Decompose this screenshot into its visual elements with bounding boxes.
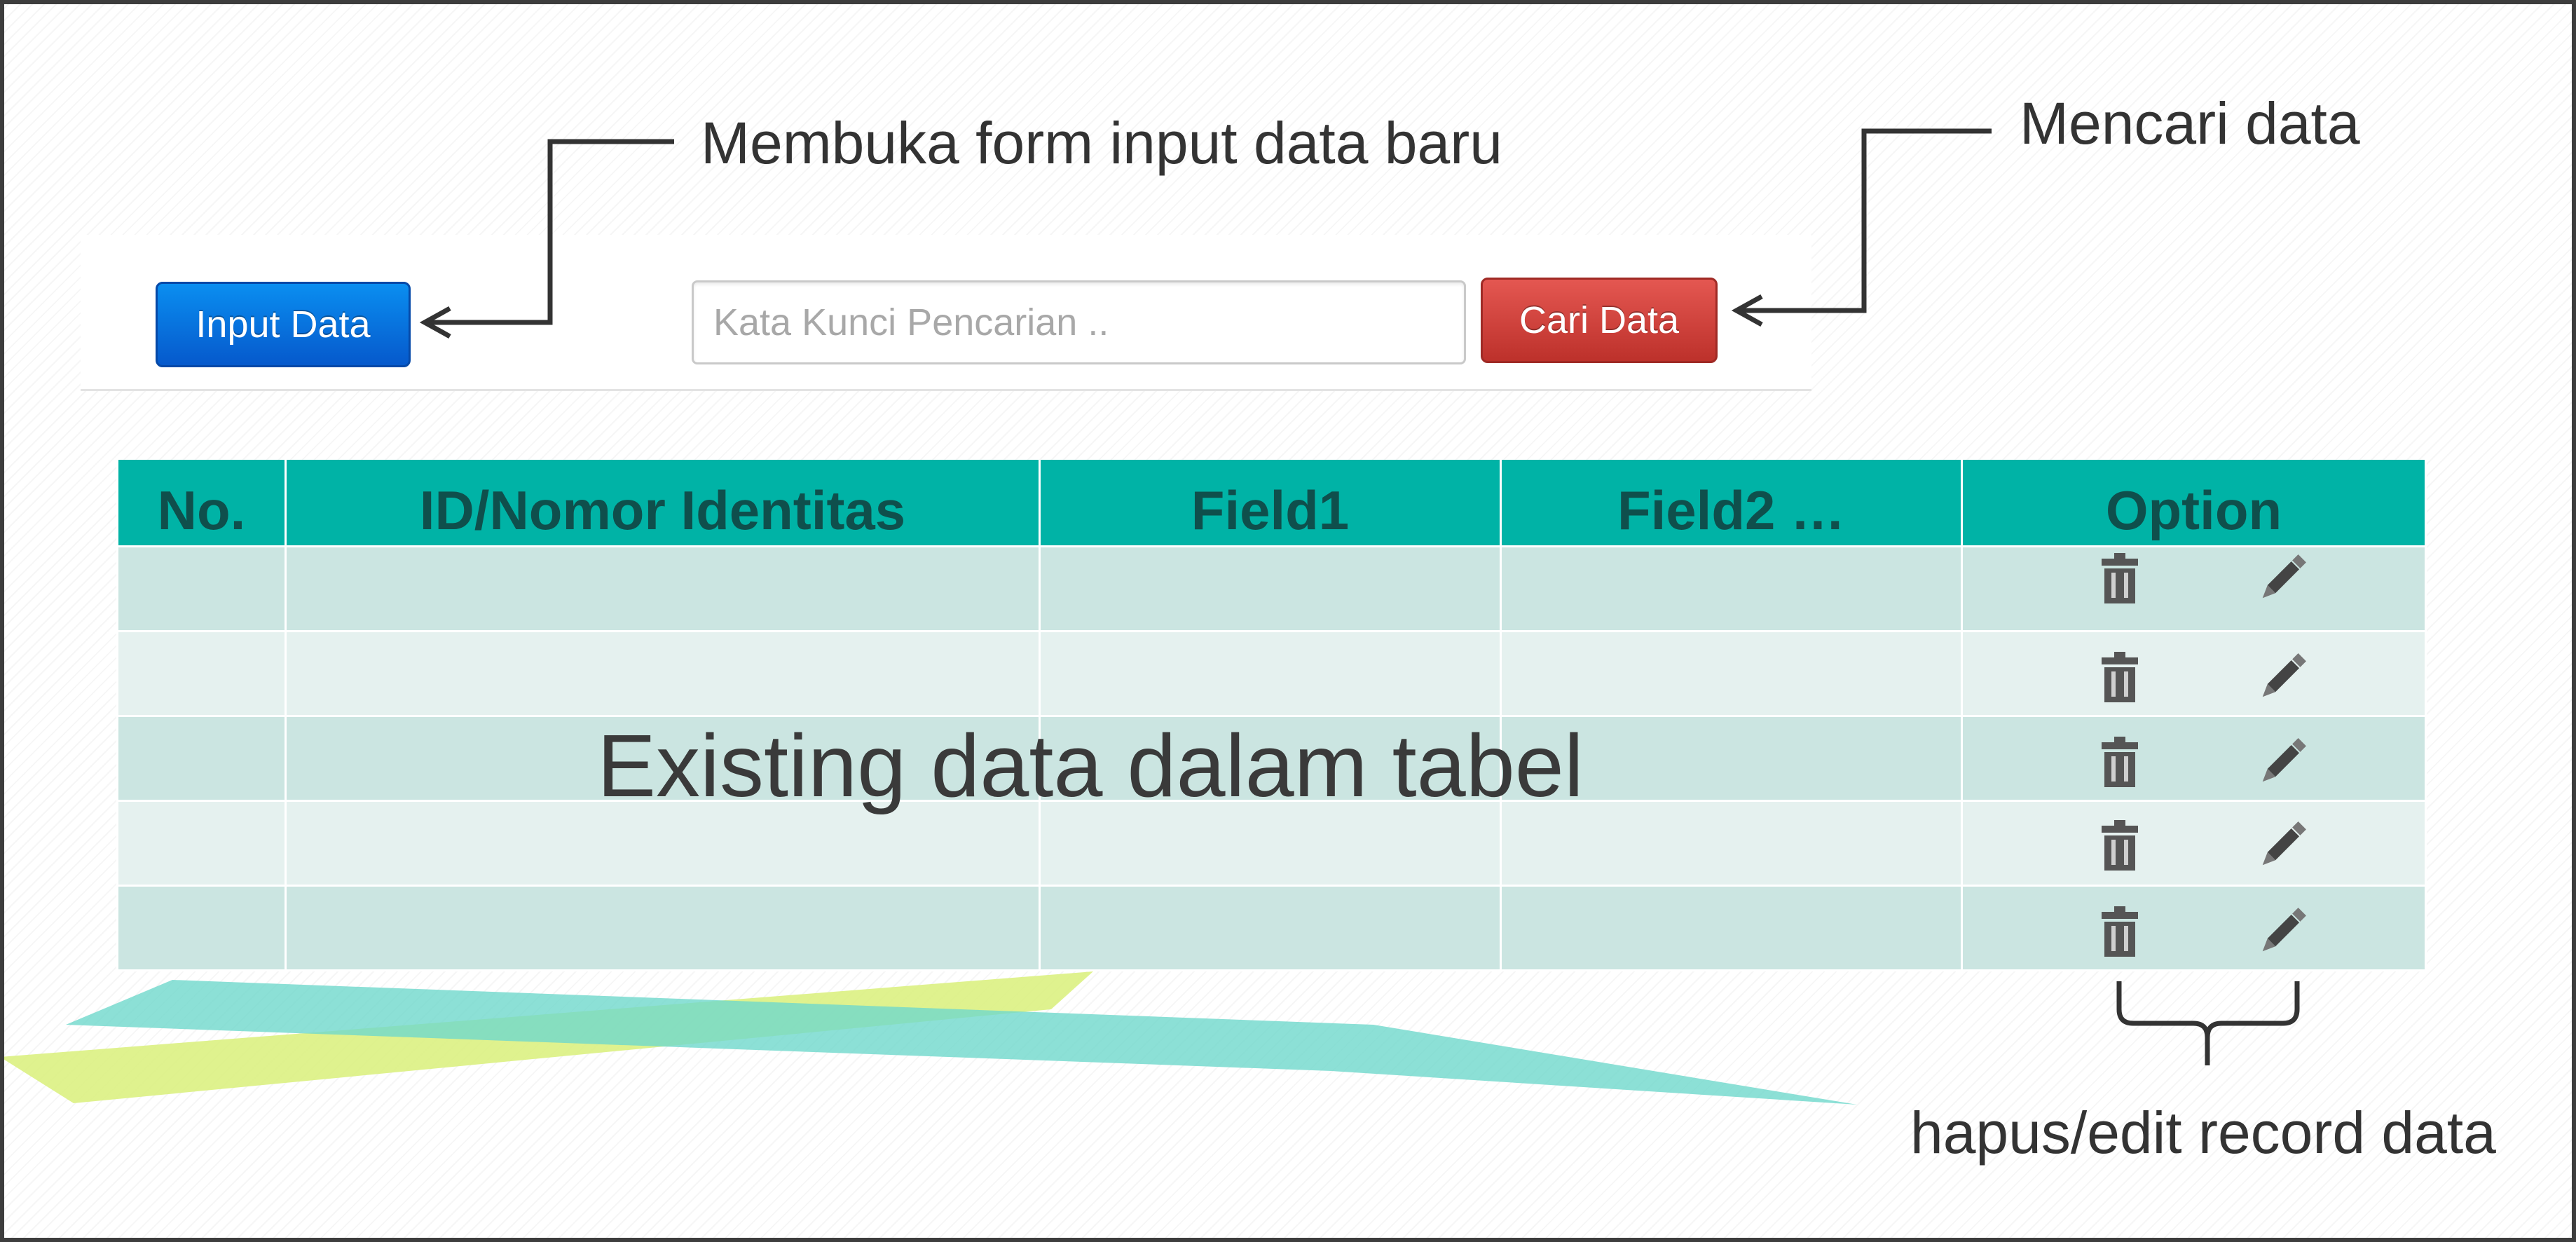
cell-option <box>1961 545 2427 632</box>
search-button[interactable]: Cari Data <box>1481 278 1718 363</box>
cell-field2 <box>1500 545 1963 632</box>
pencil-icon[interactable] <box>2257 820 2308 871</box>
column-header-field1: Field1 <box>1039 460 1502 547</box>
trash-icon[interactable] <box>2100 737 2139 787</box>
pencil-icon[interactable] <box>2257 737 2308 787</box>
pencil-icon[interactable] <box>2257 906 2308 957</box>
trash-icon[interactable] <box>2100 906 2139 957</box>
input-data-button[interactable]: Input Data <box>156 282 411 367</box>
cell-id <box>285 630 1041 717</box>
cell-no <box>116 885 287 971</box>
search-annotation: Mencari data <box>2020 90 2360 156</box>
cell-no <box>116 630 287 717</box>
trash-icon[interactable] <box>2100 820 2139 871</box>
search-input[interactable] <box>692 280 1466 364</box>
input-annotation: Membuka form input data baru <box>701 110 1502 176</box>
cell-field1 <box>1039 885 1502 971</box>
cell-field2 <box>1500 630 1963 717</box>
table-header-row: No. ID/Nomor Identitas Field1 Field2 … O… <box>116 460 2427 547</box>
options-annotation: hapus/edit record data <box>1910 1100 2496 1166</box>
cell-option <box>1961 715 2427 802</box>
column-header-option: Option <box>1961 460 2427 547</box>
cell-field1 <box>1039 545 1502 632</box>
cell-field2 <box>1500 885 1963 971</box>
column-header-no: No. <box>116 460 287 547</box>
table-overlay-caption: Existing data dalam tabel <box>597 716 1584 815</box>
table-row <box>116 630 2427 717</box>
cell-option <box>1961 800 2427 887</box>
cell-field1 <box>1039 630 1502 717</box>
table-row <box>116 885 2427 971</box>
cell-no <box>116 545 287 632</box>
pencil-icon[interactable] <box>2257 553 2308 603</box>
trash-icon[interactable] <box>2100 652 2139 702</box>
cell-no <box>116 715 287 802</box>
column-header-id: ID/Nomor Identitas <box>285 460 1041 547</box>
pencil-icon[interactable] <box>2257 652 2308 702</box>
cell-option <box>1961 885 2427 971</box>
cell-option <box>1961 630 2427 717</box>
cell-id <box>285 885 1041 971</box>
cell-no <box>116 800 287 887</box>
trash-icon[interactable] <box>2100 553 2139 603</box>
column-header-field2: Field2 … <box>1500 460 1963 547</box>
cell-id <box>285 545 1041 632</box>
table-row <box>116 545 2427 632</box>
